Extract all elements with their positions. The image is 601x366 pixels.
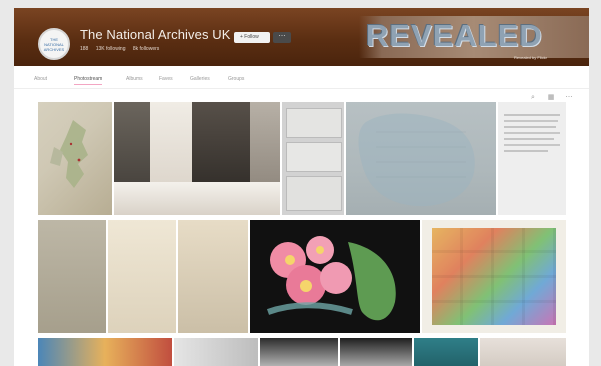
tab-faves[interactable]: Faves [159,76,173,82]
tab-groups[interactable]: Groups [228,76,244,82]
profile-meta: 188 13K following 8k followers [80,46,165,52]
tab-galleries[interactable]: Galleries [190,76,210,82]
browser-frame: THE NATIONAL ARCHIVES The National Archi… [14,8,589,366]
photo-tile[interactable] [260,338,338,366]
tab-about[interactable]: About [34,76,47,82]
tab-albums[interactable]: Albums [126,76,143,82]
cover-title: REVEALED [366,18,543,53]
photo-tile[interactable] [346,102,496,215]
photo-tile[interactable] [480,338,566,366]
photo-tile[interactable] [38,220,106,333]
photo-tile[interactable] [38,102,112,215]
avatar-label: THE NATIONAL ARCHIVES [43,37,65,52]
photo-tile[interactable] [422,220,566,333]
search-icon[interactable]: ⌕ [529,94,537,102]
follow-button[interactable]: + Follow [234,32,270,43]
photo-tile[interactable] [174,338,258,366]
photo-tile[interactable] [250,220,420,333]
photo-tile[interactable] [414,338,478,366]
photo-tile[interactable] [38,338,172,366]
ellipsis-icon[interactable]: ⋯ [565,94,573,102]
meta-1: 188 [80,46,89,52]
photo-tile[interactable] [498,102,566,215]
profile-avatar[interactable]: THE NATIONAL ARCHIVES [38,28,70,60]
profile-title[interactable]: The National Archives UK [80,27,231,42]
cover-caption: Revealed by Flickr [514,55,547,60]
meta-3: 8k followers [132,46,160,52]
photo-tile[interactable] [178,220,248,333]
photo-tile[interactable] [114,102,280,215]
meta-2: 13K following [95,46,126,52]
tab-photostream[interactable]: Photostream [74,76,103,85]
profile-header: THE NATIONAL ARCHIVES The National Archi… [14,8,589,66]
grid-icon[interactable]: ▦ [547,94,555,102]
more-button[interactable]: ⋯ [273,32,291,43]
photo-tile[interactable] [108,220,176,333]
photo-tile[interactable] [340,338,412,366]
profile-tabs: About Photostream Albums Faves Galleries… [14,70,589,89]
photo-tile[interactable] [282,102,344,215]
